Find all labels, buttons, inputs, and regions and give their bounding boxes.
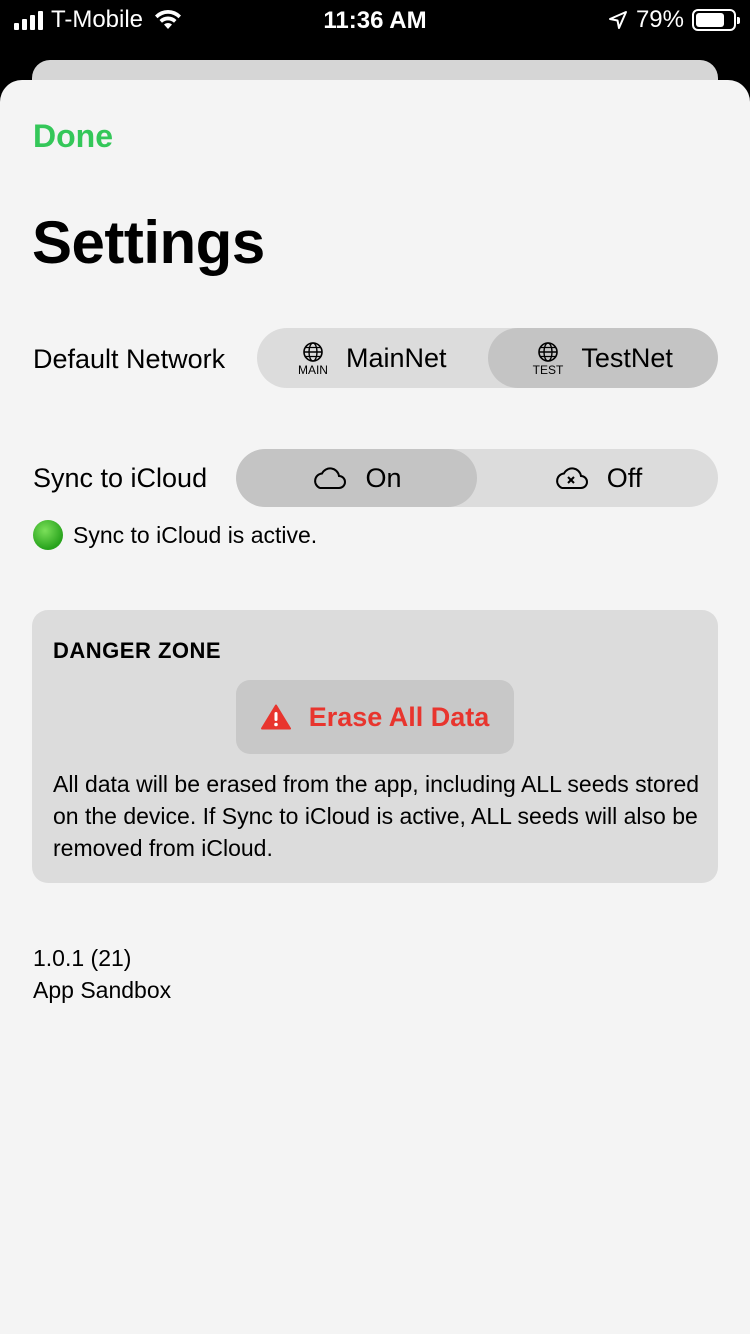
cloud-x-icon (555, 467, 588, 489)
version-number: 1.0.1 (21) (33, 945, 132, 971)
mainnet-label: MainNet (345, 342, 447, 373)
default-network-label: Default Network (33, 344, 226, 374)
globe-main-icon: MAIN (298, 341, 328, 376)
battery-percent: 79% (635, 6, 684, 33)
default-network-segmented-control: MAIN MainNet TEST TestNet (257, 328, 718, 388)
mainnet-option[interactable]: MAIN MainNet (257, 328, 488, 388)
sync-off-option[interactable]: Off (477, 449, 718, 507)
page-title: Settings (32, 209, 265, 276)
green-circle-icon (33, 520, 63, 550)
globe-icon (538, 341, 558, 362)
sync-icloud-label: Sync to iCloud (33, 463, 208, 493)
done-button[interactable]: Done (33, 118, 113, 155)
sync-on-label: On (365, 462, 402, 493)
sync-status: Sync to iCloud is active. (33, 520, 317, 550)
version-info: 1.0.1 (21) App Sandbox (33, 942, 171, 1006)
danger-zone-description: All data will be erased from the app, in… (53, 771, 700, 861)
battery-level (696, 13, 725, 27)
status-bar: T-Mobile 11:36 AM 79% (0, 0, 750, 42)
warning-icon (260, 704, 291, 730)
battery-icon (692, 9, 740, 31)
sync-icloud-segmented-control: On Off (236, 449, 718, 507)
danger-zone-title: DANGER ZONE (53, 638, 222, 663)
settings-sheet: Done Settings Default Network MAIN MainN… (0, 80, 750, 1334)
testnet-option[interactable]: TEST TestNet (487, 328, 718, 388)
build-type: App Sandbox (33, 977, 172, 1003)
cloud-icon (314, 467, 347, 489)
sync-status-text: Sync to iCloud is active. (73, 521, 318, 548)
sync-on-option[interactable]: On (236, 449, 477, 507)
erase-all-data-label: Erase All Data (308, 701, 490, 732)
globe-test-icon: TEST (532, 341, 564, 377)
globe-icon (303, 341, 323, 362)
danger-zone-card: DANGER ZONE Erase All Data All data will… (32, 610, 718, 883)
testnet-tag: TEST (532, 362, 564, 377)
mainnet-tag: MAIN (297, 362, 328, 377)
status-bar-right: 79% (608, 6, 740, 34)
testnet-label: TestNet (581, 342, 673, 373)
erase-all-data-button[interactable]: Erase All Data (236, 680, 514, 754)
location-arrow-icon (608, 11, 627, 29)
sync-off-label: Off (606, 462, 643, 493)
